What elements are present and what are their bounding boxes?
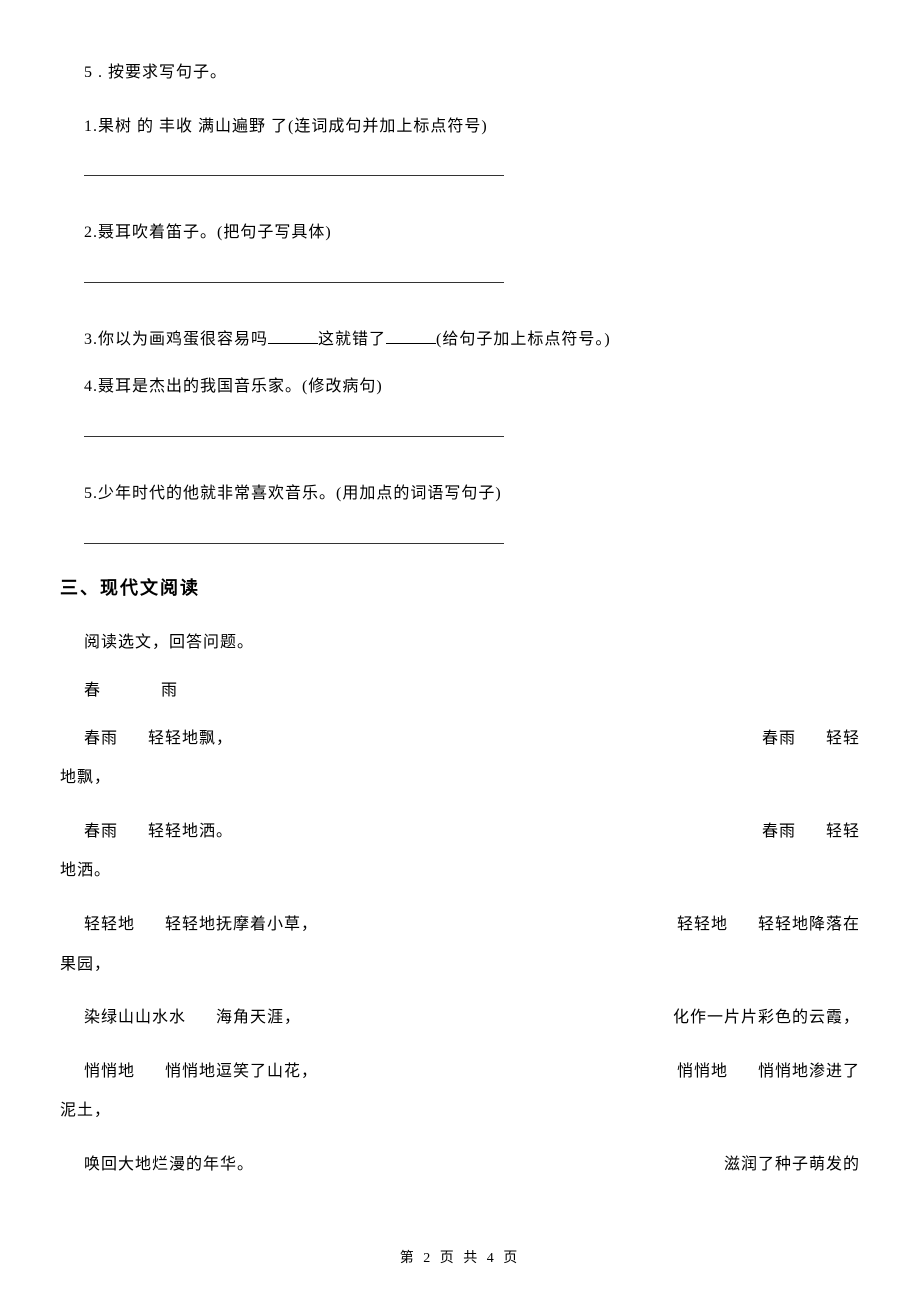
poem-right-a: 悄悄地 [677,1063,728,1080]
reading-intro: 阅读选文，回答问题。 [60,630,860,656]
poem-wrap-tail: 果园， [60,952,860,978]
q5-3-pre: 3.你以为画鸡蛋很容易吗 [84,331,268,348]
q5-item-4: 4.聂耳是杰出的我国音乐家。(修改病句) [60,374,860,400]
poem-line: 唤回大地烂漫的年华。 滋润了种子萌发的 [84,1152,860,1178]
q5-item-3: 3.你以为画鸡蛋很容易吗 这就错了 (给句子加上标点符号。) [60,327,860,353]
poem-title-char-a: 春 [84,682,101,699]
poem-left-b: 轻轻地飘， [148,730,233,747]
poem-left-b: 悄悄地逗笑了山花， [165,1063,318,1080]
poem-left-a: 染绿山山水水 [84,1009,186,1026]
poem-right-b: 轻轻 [826,823,860,840]
poem-left-b: 轻轻地抚摩着小草， [165,916,318,933]
page-footer: 第 2 页 共 4 页 [0,1248,920,1270]
poem-body: 春雨轻轻地飘， 春雨轻轻 地飘， 春雨轻轻地洒。 春雨轻轻 地洒。 轻轻地轻轻地… [60,726,860,1178]
poem-wrap-tail: 泥土， [60,1098,860,1124]
poem-line: 悄悄地 悄悄地逗笑了山花， 悄悄地 悄悄地渗进了 [84,1059,860,1085]
q5-item-1: 1.果树 的 丰收 满山遍野 了(连词成句并加上标点符号) [60,114,860,140]
poem-left-b: 海角天涯， [216,1009,301,1026]
q5-3-mid: 这就错了 [318,331,386,348]
answer-blank[interactable] [84,529,504,544]
poem-line: 春雨 轻轻地飘， 春雨 轻轻 [84,726,860,752]
poem-title: 春雨 [60,678,860,704]
answer-blank[interactable] [84,422,504,437]
question-5-title: 5 . 按要求写句子。 [60,60,860,86]
poem-right: 滋润了种子萌发的 [724,1152,860,1178]
poem-wrap-tail: 地洒。 [60,858,860,884]
inline-blank[interactable] [268,327,318,344]
poem-left: 唤回大地烂漫的年华。 [84,1156,254,1173]
poem-right: 化作一片片彩色的云霞， [673,1005,860,1031]
poem-line: 染绿山山水水 海角天涯， 化作一片片彩色的云霞， [84,1005,860,1031]
poem-wrap-tail: 地飘， [60,765,860,791]
poem-left-a: 春雨 [84,730,118,747]
poem-left-a: 轻轻地 [84,916,135,933]
q5-item-2: 2.聂耳吹着笛子。(把句子写具体) [60,220,860,246]
answer-blank[interactable] [84,161,504,176]
poem-right-b: 轻轻地降落在 [758,916,860,933]
poem-right-a: 轻轻地 [677,916,728,933]
poem-right-b: 轻轻 [826,730,860,747]
poem-left-b: 轻轻地洒。 [148,823,233,840]
poem-right-a: 春雨 [762,823,796,840]
poem-left-a: 悄悄地 [84,1063,135,1080]
answer-blank[interactable] [84,268,504,283]
poem-left-a: 春雨 [84,823,118,840]
inline-blank[interactable] [386,327,436,344]
poem-right-b: 悄悄地渗进了 [758,1063,860,1080]
poem-line: 轻轻地 轻轻地抚摩着小草， 轻轻地 轻轻地降落在 [84,912,860,938]
q5-item-5: 5.少年时代的他就非常喜欢音乐。(用加点的词语写句子) [60,481,860,507]
poem-title-char-b: 雨 [161,682,178,699]
poem-right-a: 春雨 [762,730,796,747]
section-3-heading: 三、现代文阅读 [60,574,860,603]
poem-line: 春雨 轻轻地洒。 春雨 轻轻 [84,819,860,845]
q5-3-post: (给句子加上标点符号。) [436,331,611,348]
